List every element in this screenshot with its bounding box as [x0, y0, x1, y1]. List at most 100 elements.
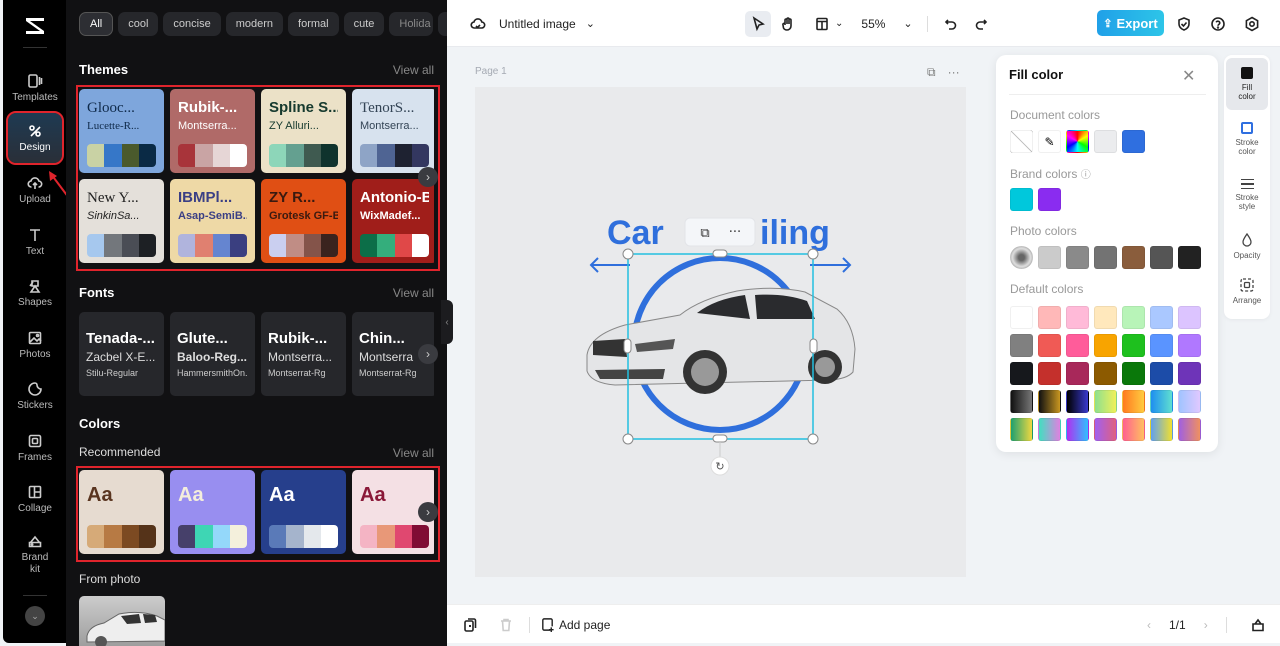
colors-view-all-link[interactable]: View all — [393, 446, 434, 460]
rail-item-frames[interactable]: Frames — [8, 423, 62, 473]
chip-cool[interactable]: cool — [118, 12, 159, 36]
default-color-swatch[interactable] — [1178, 306, 1201, 329]
brand-color-swatch[interactable] — [1038, 188, 1061, 211]
title-dropdown-icon[interactable]: ⌄ — [586, 17, 595, 30]
default-color-swatch[interactable] — [1038, 362, 1061, 385]
duplicate-page-button[interactable] — [457, 612, 483, 638]
theme-card[interactable]: Rubik-... Montserra... — [170, 89, 255, 173]
canvas-page[interactable]: Car iling ↻ ⧉ ··· — [475, 87, 966, 577]
default-color-swatch[interactable] — [1094, 390, 1117, 413]
default-color-swatch[interactable] — [1066, 334, 1089, 357]
default-color-swatch[interactable] — [1122, 418, 1145, 441]
default-color-swatch[interactable] — [1150, 362, 1173, 385]
info-icon[interactable]: ⓘ — [1081, 170, 1091, 181]
chip-modern[interactable]: modern — [225, 12, 284, 36]
theme-card[interactable]: Spline S... ZY Alluri... — [261, 89, 346, 173]
color-palette-card[interactable]: Aa — [170, 470, 255, 554]
photo-source-thumbnail[interactable] — [1010, 246, 1033, 269]
default-color-swatch[interactable] — [1094, 418, 1117, 441]
document-title[interactable]: Untitled image — [499, 17, 576, 31]
page-manager-button[interactable] — [1245, 612, 1271, 638]
default-color-swatch[interactable] — [1150, 306, 1173, 329]
rail-item-brand-kit[interactable]: Brand kit — [8, 526, 62, 582]
default-color-swatch[interactable] — [1122, 390, 1145, 413]
themes-next-button[interactable]: › — [418, 167, 438, 187]
headline-text-right[interactable]: iling — [760, 214, 830, 252]
shield-button[interactable] — [1171, 11, 1197, 37]
default-color-swatch[interactable] — [1066, 306, 1089, 329]
color-palette-card[interactable]: Aa — [79, 470, 164, 554]
element-more-icon[interactable]: ··· — [729, 225, 741, 240]
theme-card[interactable]: ZY R... Grotesk GF-B... — [261, 179, 346, 263]
default-color-swatch[interactable] — [1122, 306, 1145, 329]
layout-tool-button[interactable] — [809, 11, 835, 37]
settings-button[interactable] — [1239, 11, 1265, 37]
font-card[interactable]: Tenada-... Zacbel X-E... Stilu-Regular — [79, 312, 164, 396]
document-color-swatch[interactable] — [1122, 130, 1145, 153]
theme-card[interactable]: IBMPl... Asap-SemiB... — [170, 179, 255, 263]
from-photo-thumbnail[interactable] — [79, 596, 165, 646]
photo-color-swatch[interactable] — [1094, 246, 1117, 269]
rail-item-design[interactable]: Design — [6, 111, 64, 165]
chip-all[interactable]: All — [79, 12, 114, 36]
eyedropper-button[interactable]: ✎ — [1038, 130, 1061, 153]
photo-color-swatch[interactable] — [1178, 246, 1201, 269]
rail-item-stickers[interactable]: Stickers — [8, 371, 62, 421]
default-color-swatch[interactable] — [1038, 390, 1061, 413]
photo-color-swatch[interactable] — [1122, 246, 1145, 269]
theme-card[interactable]: TenorS... Montserra... — [352, 89, 434, 173]
headline-text-left[interactable]: Car — [607, 214, 664, 252]
chips-expand-button[interactable]: ⌄ — [438, 12, 447, 36]
themes-view-all-link[interactable]: View all — [393, 63, 434, 77]
default-color-swatch[interactable] — [1010, 306, 1033, 329]
default-color-swatch[interactable] — [1178, 390, 1201, 413]
default-color-swatch[interactable] — [1122, 334, 1145, 357]
prop-fill-color[interactable]: Fill color — [1226, 58, 1268, 110]
layout-dropdown-icon[interactable]: ⌄ — [835, 18, 843, 29]
default-color-swatch[interactable] — [1066, 418, 1089, 441]
prop-arrange[interactable]: Arrange — [1226, 265, 1268, 317]
undo-button[interactable] — [938, 11, 964, 37]
chip-holiday[interactable]: Holida — [389, 12, 434, 36]
photo-color-swatch[interactable] — [1150, 246, 1173, 269]
hand-tool-button[interactable] — [775, 11, 801, 37]
rail-item-templates[interactable]: Templates — [8, 63, 62, 113]
delete-page-button[interactable] — [493, 612, 519, 638]
default-color-swatch[interactable] — [1010, 390, 1033, 413]
chip-concise[interactable]: concise — [163, 12, 221, 36]
chip-cute[interactable]: cute — [343, 12, 385, 36]
document-color-swatch[interactable] — [1094, 130, 1117, 153]
default-color-swatch[interactable] — [1038, 306, 1061, 329]
export-button[interactable]: ⇪ Export — [1097, 10, 1164, 36]
default-color-swatch[interactable] — [1178, 334, 1201, 357]
prop-stroke-style[interactable]: Stroke style — [1226, 169, 1268, 221]
font-card[interactable]: Rubik-... Montserra... Montserrat-Rg — [261, 312, 346, 396]
collapse-panel-handle[interactable]: ‹ — [441, 300, 453, 344]
duplicate-page-icon[interactable]: ⧉ — [927, 65, 936, 80]
default-color-swatch[interactable] — [1094, 334, 1117, 357]
next-page-button[interactable]: › — [1204, 618, 1208, 632]
rail-item-upload[interactable]: Upload — [8, 165, 62, 215]
duplicate-element-icon[interactable]: ⧉ — [700, 226, 709, 241]
font-card[interactable]: Glute... Baloo-Reg... HammersmithOn... — [170, 312, 255, 396]
default-color-swatch[interactable] — [1010, 362, 1033, 385]
rail-item-text[interactable]: Text — [8, 217, 62, 267]
more-tools-button[interactable]: ⌄ — [25, 606, 45, 626]
color-picker-swatch[interactable] — [1066, 130, 1089, 153]
rail-item-photos[interactable]: Photos — [8, 320, 62, 370]
default-color-swatch[interactable] — [1038, 334, 1061, 357]
default-color-swatch[interactable] — [1150, 334, 1173, 357]
zoom-dropdown-icon[interactable]: ⌄ — [903, 17, 912, 30]
default-color-swatch[interactable] — [1150, 418, 1173, 441]
default-color-swatch[interactable] — [1094, 306, 1117, 329]
theme-card[interactable]: Glooc... Lucette-R... — [79, 89, 164, 173]
default-color-swatch[interactable] — [1094, 362, 1117, 385]
default-color-swatch[interactable] — [1150, 390, 1173, 413]
fonts-next-button[interactable]: › — [418, 344, 438, 364]
photo-color-swatch[interactable] — [1066, 246, 1089, 269]
cloud-save-icon[interactable] — [465, 11, 491, 37]
theme-card[interactable]: Antonio-Bold WixMadef... — [352, 179, 434, 263]
default-color-swatch[interactable] — [1066, 362, 1089, 385]
add-page-button[interactable]: Add page — [540, 617, 610, 632]
default-color-swatch[interactable] — [1122, 362, 1145, 385]
